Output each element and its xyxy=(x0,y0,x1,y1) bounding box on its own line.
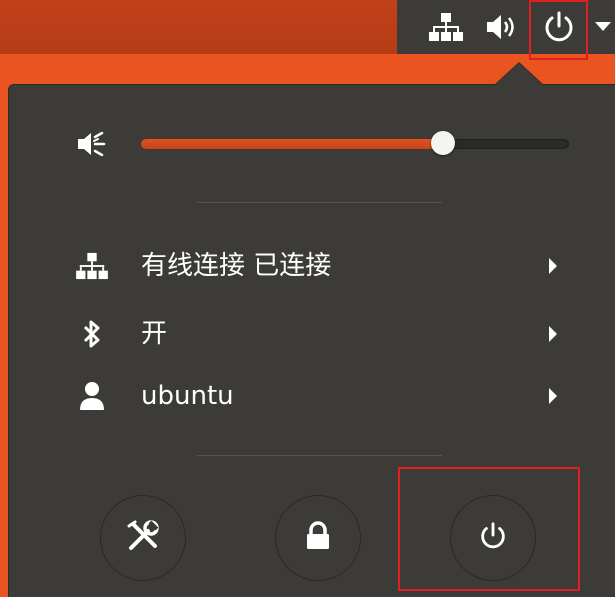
chevron-right-icon xyxy=(548,256,562,276)
bluetooth-icon xyxy=(76,318,108,350)
chevron-down-icon[interactable] xyxy=(592,9,614,45)
separator xyxy=(197,202,442,203)
volume-slider-fill xyxy=(141,139,443,149)
menu-item-wired-network[interactable]: 有线连接 已连接 xyxy=(60,240,580,292)
menu-item-user[interactable]: ubuntu xyxy=(60,370,580,422)
lock-button[interactable] xyxy=(275,495,361,581)
user-icon xyxy=(76,380,108,412)
menu-item-label: 有线连接 已连接 xyxy=(141,251,332,281)
chevron-right-icon xyxy=(548,386,562,406)
menu-item-bluetooth[interactable]: 开 xyxy=(60,308,580,360)
settings-button[interactable] xyxy=(100,495,186,581)
volume-high-icon[interactable] xyxy=(484,9,520,45)
volume-low-icon xyxy=(76,128,108,160)
network-wired-icon[interactable] xyxy=(428,9,464,45)
chevron-right-icon xyxy=(548,324,562,344)
lock-icon xyxy=(304,521,332,555)
separator xyxy=(197,455,442,456)
network-wired-icon xyxy=(76,250,108,282)
menu-arrow xyxy=(495,63,543,85)
menu-item-label: ubuntu xyxy=(141,381,234,411)
volume-slider-knob[interactable] xyxy=(430,131,455,155)
power-button-highlight xyxy=(398,467,580,591)
menu-item-label: 开 xyxy=(141,319,168,349)
settings-tools-icon xyxy=(126,519,160,557)
topbar-power-highlight xyxy=(529,0,588,60)
